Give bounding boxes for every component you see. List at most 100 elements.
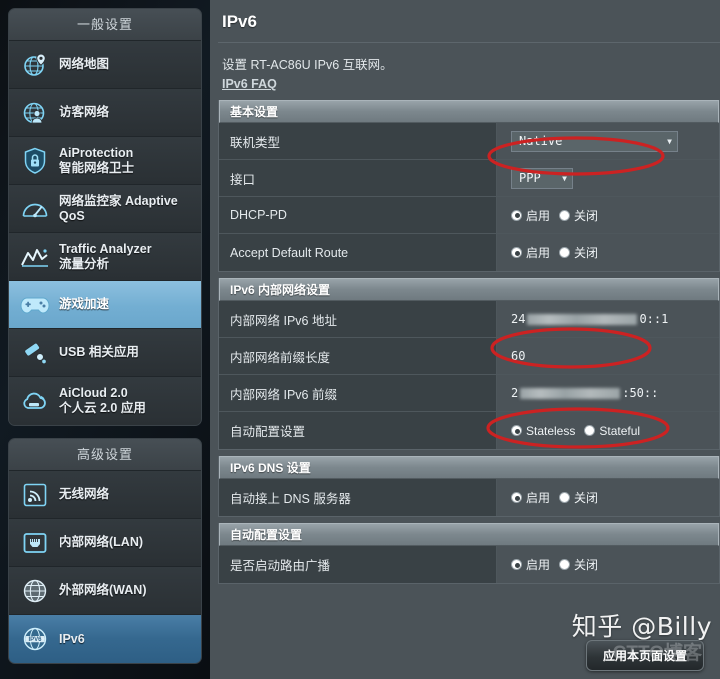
- sidebar-item-game-boost[interactable]: 游戏加速: [9, 281, 201, 329]
- radio-dot-icon: [584, 425, 596, 436]
- chevron-down-icon: ▼: [562, 173, 567, 183]
- sidebar-item-usb-application[interactable]: USB 相关应用: [9, 329, 201, 377]
- lan-ipv6-address-suffix: 0::1: [639, 312, 669, 326]
- sidebar-item-label: 访客网络: [59, 105, 110, 119]
- row-value: Stateless Stateful: [497, 412, 719, 449]
- sidebar-item-lan[interactable]: 内部网络(LAN): [9, 519, 201, 567]
- section-header: IPv6 内部网络设置: [219, 278, 719, 301]
- row-interface: 接口 PPP ▼: [219, 160, 719, 197]
- sidebar-group-general: 一般设置 网络地图 访客网络 AiProtection 智能网络卫士 网络监控家…: [8, 8, 202, 426]
- sidebar-item-traffic-analyzer[interactable]: Traffic Analyzer 流量分析: [9, 233, 201, 281]
- sidebar-group-advanced: 高级设置 无线网络 内部网络(LAN) 外部网络(WAN) IPV6 IPv6: [8, 438, 202, 664]
- row-value: 启用 关闭: [497, 479, 719, 516]
- interface-value: PPP: [519, 171, 541, 185]
- row-label: 是否启动路由广播: [219, 546, 497, 583]
- radio-dot-icon: [559, 492, 571, 503]
- gamepad-icon: [17, 288, 53, 322]
- lan-prefix-length-value: 60: [511, 349, 526, 363]
- router-advertisement-radio-group: 启用 关闭: [511, 556, 598, 573]
- router-advertisement-disable-radio[interactable]: 关闭: [559, 556, 598, 573]
- row-label: 内部网络 IPv6 前缀: [219, 375, 497, 411]
- shield-lock-icon: [17, 144, 53, 178]
- section-basic-config: 基本设置 联机类型 Native ▼ 接口 PPP ▼ DHCP-PD 启用 关…: [218, 100, 720, 272]
- ipv6-globe-icon: IPV6: [17, 622, 53, 656]
- sidebar-item-label: 内部网络(LAN): [59, 535, 144, 549]
- row-lan-ipv6-address: 内部网络 IPv6 地址 24 0::1: [219, 301, 719, 338]
- sidebar-item-aicloud[interactable]: AiCloud 2.0 个人云 2.0 应用: [9, 377, 201, 425]
- page-title: IPv6: [222, 12, 257, 31]
- radio-dot-icon: [511, 425, 522, 436]
- ipv6-faq-link[interactable]: IPv6 FAQ: [218, 75, 277, 100]
- dhcp-pd-radio-group: 启用 关闭: [511, 207, 598, 224]
- row-value: 启用 关闭: [497, 546, 719, 583]
- row-accept-default-route: Accept Default Route 启用 关闭: [219, 234, 719, 271]
- accept-default-route-enable-radio[interactable]: 启用: [511, 244, 550, 261]
- connection-type-select[interactable]: Native ▼: [511, 130, 678, 152]
- section-ipv6-lan-config: IPv6 内部网络设置 内部网络 IPv6 地址 24 0::1 内部网络前缀长度…: [218, 278, 720, 450]
- apply-settings-button[interactable]: 应用本页面设置: [585, 640, 704, 671]
- wireless-icon: [17, 478, 53, 512]
- sidebar-item-wireless[interactable]: 无线网络: [9, 471, 201, 519]
- redaction-blur: [527, 313, 638, 325]
- sidebar-item-label: 无线网络: [59, 487, 110, 501]
- usb-icon: [17, 336, 53, 370]
- row-label: 内部网络前缀长度: [219, 338, 497, 374]
- auto-config-stateless-radio[interactable]: Stateless: [511, 424, 575, 438]
- row-value: PPP ▼: [497, 160, 719, 196]
- row-value: 启用 关闭: [497, 197, 719, 233]
- sidebar-item-label: 游戏加速: [59, 297, 110, 311]
- row-value: 60: [497, 338, 719, 374]
- row-label: 内部网络 IPv6 地址: [219, 301, 497, 337]
- accept-default-route-disable-radio[interactable]: 关闭: [559, 244, 598, 261]
- radio-dot-icon: [511, 559, 522, 570]
- row-label: 自动接上 DNS 服务器: [219, 479, 497, 516]
- auto-config-stateful-radio[interactable]: Stateful: [584, 424, 640, 438]
- connection-type-value: Native: [519, 134, 563, 148]
- row-auto-config: 自动配置设置 Stateless Stateful: [219, 412, 719, 449]
- gauge-icon: [17, 192, 53, 226]
- sidebar-item-network-map[interactable]: 网络地图: [9, 41, 201, 89]
- auto-config-radio-group: Stateless Stateful: [511, 424, 640, 438]
- guest-network-icon: [17, 96, 53, 130]
- radio-dot-icon: [559, 559, 571, 570]
- row-label: 自动配置设置: [219, 412, 497, 449]
- row-lan-prefix-length: 内部网络前缀长度 60: [219, 338, 719, 375]
- lan-ipv6-address-prefix: 24: [511, 312, 526, 326]
- lan-port-icon: [17, 526, 53, 560]
- row-label: 接口: [219, 160, 497, 196]
- sidebar-item-label: Traffic Analyzer 流量分析: [59, 241, 152, 271]
- sidebar-group-general-header: 一般设置: [9, 9, 201, 41]
- lan-ipv6-prefix-suffix: :50::: [622, 386, 659, 400]
- sidebar-item-label: 外部网络(WAN): [59, 583, 147, 597]
- redaction-blur: [520, 387, 621, 399]
- row-lan-ipv6-prefix: 内部网络 IPv6 前缀 2:50::: [219, 375, 719, 412]
- sidebar-item-label: AiProtection 智能网络卫士: [59, 145, 135, 175]
- row-router-advertisement: 是否启动路由广播 启用 关闭: [219, 546, 719, 583]
- network-map-icon: [17, 48, 53, 82]
- sidebar-item-wan[interactable]: 外部网络(WAN): [9, 567, 201, 615]
- dhcp-pd-enable-radio[interactable]: 启用: [511, 207, 550, 224]
- sidebar-item-ipv6[interactable]: IPV6 IPv6: [9, 615, 201, 663]
- sidebar-item-guest-network[interactable]: 访客网络: [9, 89, 201, 137]
- sidebar-item-adaptive-qos[interactable]: 网络监控家 Adaptive QoS: [9, 185, 201, 233]
- row-value: 24 0::1: [497, 301, 719, 337]
- sidebar-item-label: USB 相关应用: [59, 345, 139, 359]
- radio-dot-icon: [511, 492, 522, 503]
- sidebar-group-advanced-header: 高级设置: [9, 439, 201, 471]
- sidebar-item-label: 网络监控家 Adaptive QoS: [59, 193, 178, 223]
- auto-dns-disable-radio[interactable]: 关闭: [559, 489, 598, 506]
- svg-text:IPV6: IPV6: [28, 637, 42, 643]
- row-label: DHCP-PD: [219, 197, 497, 233]
- row-connection-type: 联机类型 Native ▼: [219, 123, 719, 160]
- router-advertisement-enable-radio[interactable]: 启用: [511, 556, 550, 573]
- row-label: Accept Default Route: [219, 234, 497, 271]
- dhcp-pd-disable-radio[interactable]: 关闭: [559, 207, 598, 224]
- sidebar-item-label: AiCloud 2.0 个人云 2.0 应用: [59, 386, 146, 415]
- sidebar-item-aiprotection[interactable]: AiProtection 智能网络卫士: [9, 137, 201, 185]
- radio-dot-icon: [559, 209, 571, 221]
- section-header: 自动配置设置: [219, 523, 719, 546]
- sidebar-item-label: IPv6: [59, 631, 85, 646]
- auto-dns-enable-radio[interactable]: 启用: [511, 489, 550, 506]
- radio-dot-icon: [559, 247, 571, 258]
- interface-select[interactable]: PPP ▼: [511, 167, 573, 189]
